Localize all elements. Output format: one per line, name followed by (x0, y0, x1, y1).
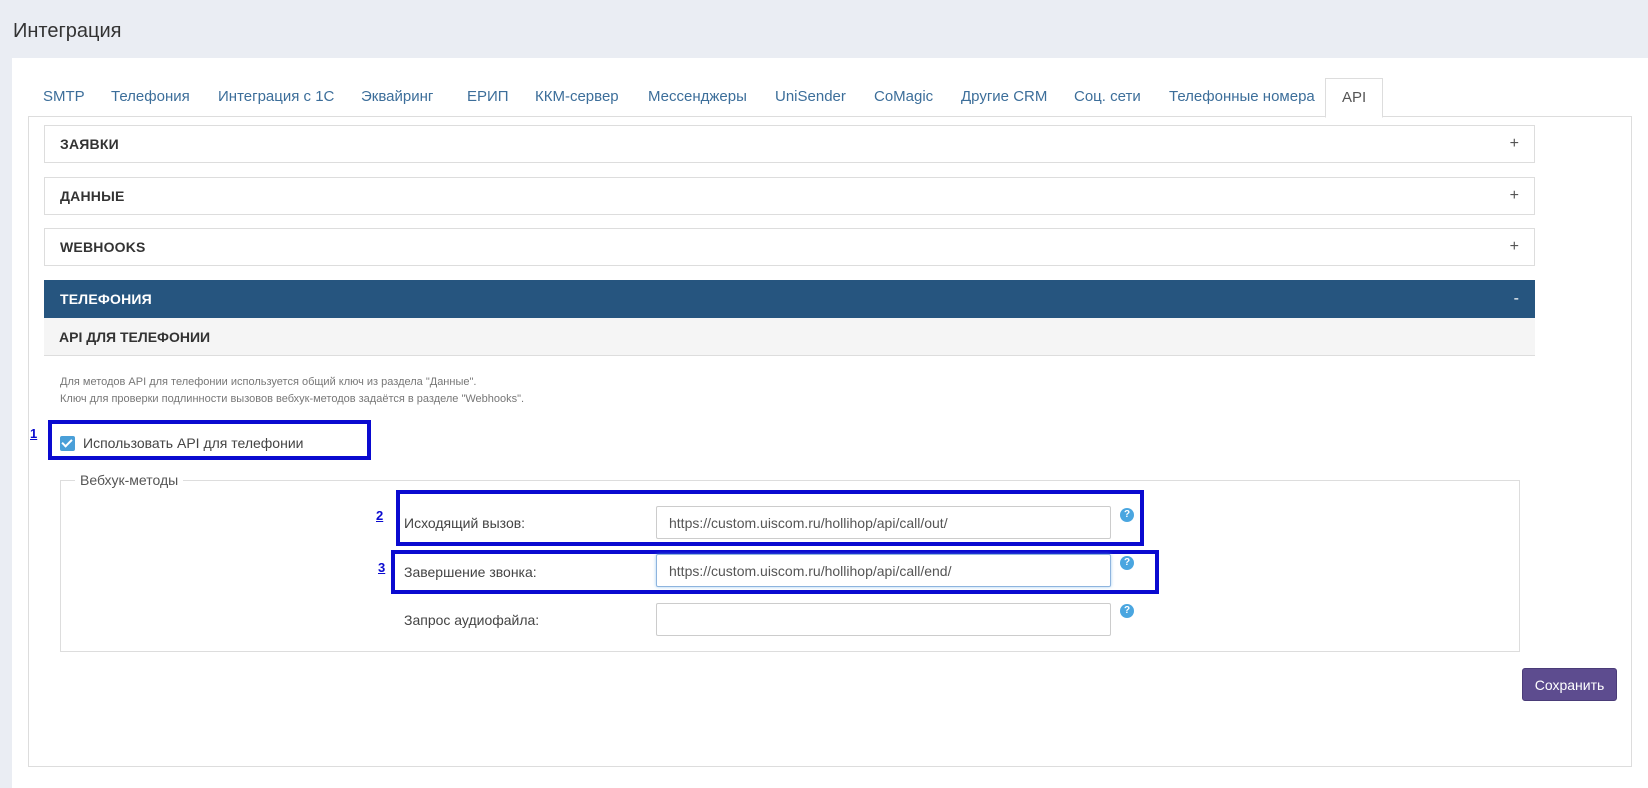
expand-icon[interactable]: + (1510, 229, 1519, 265)
panel-telephony[interactable]: ТЕЛЕФОНИЯ - (44, 280, 1535, 318)
panel-title: ДАННЫЕ (60, 188, 125, 204)
tab-other-crm[interactable]: Другие CRM (961, 78, 1047, 116)
call-end-label: Завершение звонка: (404, 564, 537, 580)
tab-messengers[interactable]: Мессенджеры (648, 78, 747, 116)
annotation-number: 3 (378, 560, 386, 575)
panel-title: ЗАЯВКИ (60, 136, 119, 152)
expand-icon[interactable]: + (1510, 178, 1519, 214)
tab-1c-integration[interactable]: Интеграция с 1С (218, 78, 334, 116)
section-title: API ДЛЯ ТЕЛЕФОНИИ (59, 329, 211, 345)
tab-api[interactable]: API (1325, 78, 1384, 118)
help-icon[interactable]: ? (1120, 556, 1134, 570)
use-api-checkbox[interactable] (60, 436, 75, 451)
tab-bar: SMTP Телефония Интеграция с 1С Эквайринг… (28, 78, 1632, 118)
audio-request-url-input[interactable] (656, 603, 1111, 636)
annotation-number: 1 (30, 426, 38, 441)
panel-zayavki[interactable]: ЗАЯВКИ + (44, 125, 1535, 163)
tab-comagic[interactable]: CoMagic (874, 78, 933, 116)
panel-title: ТЕЛЕФОНИЯ (60, 291, 152, 307)
panel-dannye[interactable]: ДАННЫЕ + (44, 177, 1535, 215)
tab-telephony[interactable]: Телефония (111, 78, 190, 116)
help-icon[interactable]: ? (1120, 604, 1134, 618)
page-title: Интеграция (13, 20, 122, 42)
fieldset-legend: Вебхук-методы (75, 472, 184, 488)
tab-erip[interactable]: ЕРИП (467, 78, 509, 116)
panel-webhooks[interactable]: WEBHOOKS + (44, 228, 1535, 266)
help-note: Для методов API для телефонии использует… (60, 374, 524, 408)
use-api-label[interactable]: Использовать API для телефонии (83, 435, 303, 451)
section-subheader: API ДЛЯ ТЕЛЕФОНИИ (44, 318, 1535, 356)
note-line: Для методов API для телефонии использует… (60, 376, 477, 388)
help-icon[interactable]: ? (1120, 508, 1134, 522)
expand-icon[interactable]: + (1510, 126, 1519, 162)
tab-content-api: ЗАЯВКИ + ДАННЫЕ + WEBHOOKS + ТЕЛЕФОНИЯ -… (28, 116, 1632, 767)
panel-title: WEBHOOKS (60, 239, 146, 255)
save-button[interactable]: Сохранить (1522, 668, 1617, 701)
tab-social[interactable]: Соц. сети (1074, 78, 1141, 116)
tab-acquiring[interactable]: Эквайринг (361, 78, 433, 116)
note-line: Ключ для проверки подлинности вызовов ве… (60, 393, 525, 405)
tab-kkm-server[interactable]: ККМ-сервер (535, 78, 619, 116)
call-end-url-input[interactable] (656, 554, 1111, 587)
annotation-number: 2 (376, 508, 384, 523)
outgoing-call-label: Исходящий вызов: (404, 515, 526, 531)
collapse-icon[interactable]: - (1514, 281, 1519, 317)
outgoing-call-url-input[interactable] (656, 506, 1111, 539)
tab-smtp[interactable]: SMTP (43, 78, 85, 116)
tab-phone-numbers[interactable]: Телефонные номера (1169, 78, 1315, 116)
tab-unisender[interactable]: UniSender (775, 78, 846, 116)
audio-request-label: Запрос аудиофайла: (404, 612, 540, 628)
content-card: SMTP Телефония Интеграция с 1С Эквайринг… (12, 58, 1648, 788)
